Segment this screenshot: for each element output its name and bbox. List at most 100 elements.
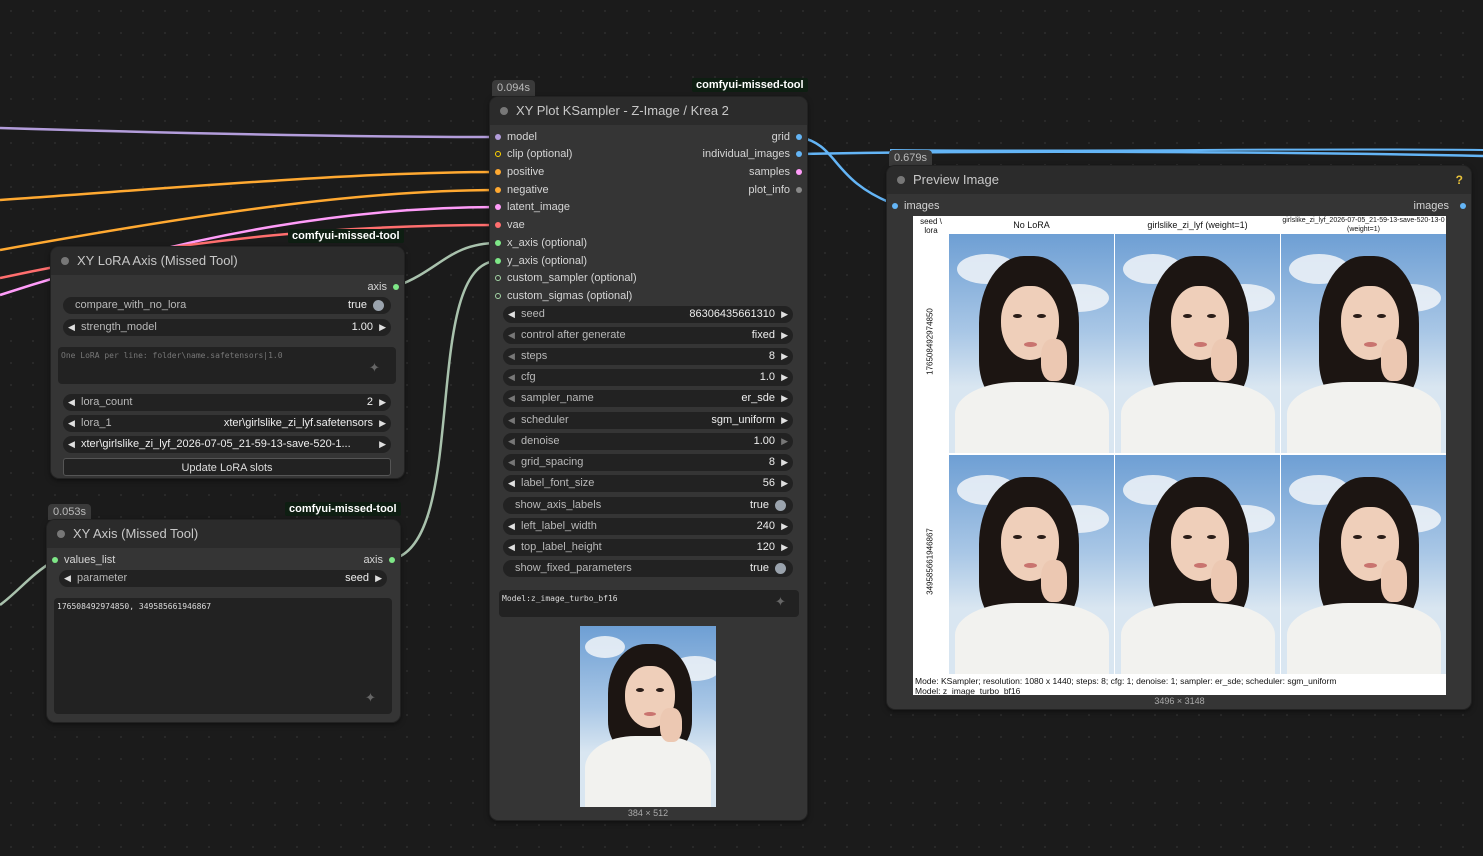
collapse-dot-icon[interactable] — [61, 257, 69, 265]
compare-with-no-lora-toggle[interactable]: compare_with_no_lora true — [63, 297, 391, 314]
decrement-arrow-icon[interactable]: ◀ — [68, 319, 75, 336]
decrement-arrow-icon[interactable]: ◀ — [508, 369, 515, 386]
show-axis-labels-toggle[interactable]: show_axis_labels true — [503, 497, 793, 514]
next-arrow-icon[interactable]: ▶ — [781, 390, 788, 407]
input-images-pin[interactable] — [892, 203, 898, 209]
collapse-dot-icon[interactable] — [57, 530, 65, 538]
lora-node-source-badge: comfyui-missed-tool — [288, 229, 404, 243]
grid-spacing-widget[interactable]: ◀ grid_spacing 8 ▶ — [503, 454, 793, 471]
control-after-generate-combo[interactable]: ◀ control after generate fixed ▶ — [503, 327, 793, 344]
prev-arrow-icon[interactable]: ◀ — [508, 390, 515, 407]
prev-arrow-icon[interactable]: ◀ — [508, 412, 515, 429]
input-clip-pin[interactable] — [495, 151, 501, 157]
prev-arrow-icon[interactable]: ◀ — [508, 327, 515, 344]
node-title[interactable]: XY Axis (Missed Tool) — [47, 520, 400, 548]
input-x-axis-pin[interactable] — [495, 240, 501, 246]
denoise-widget[interactable]: ◀ denoise 1.00 ▶ — [503, 433, 793, 450]
footer-line-2: Model: z_image_turbo_bf16 — [915, 686, 1021, 695]
parameter-combo[interactable]: ◀ parameter seed ▶ — [59, 570, 387, 587]
show-fixed-parameters-toggle[interactable]: show_fixed_parameters true — [503, 560, 793, 577]
decrement-arrow-icon[interactable]: ◀ — [68, 394, 75, 411]
next-arrow-icon[interactable]: ▶ — [781, 327, 788, 344]
input-model-pin[interactable] — [495, 134, 501, 140]
increment-arrow-icon[interactable]: ▶ — [781, 369, 788, 386]
input-positive-pin[interactable] — [495, 169, 501, 175]
decrement-arrow-icon[interactable]: ◀ — [508, 475, 515, 492]
increment-arrow-icon[interactable]: ▶ — [781, 348, 788, 365]
sparkle-icon[interactable]: ✦ — [775, 594, 786, 610]
output-grid-label: grid — [771, 131, 790, 143]
preview-image-node[interactable]: Preview Image ? images images seed \ lor… — [887, 166, 1471, 709]
xy-axis-node[interactable]: XY Axis (Missed Tool) values_list axis ◀… — [47, 520, 400, 722]
node-title[interactable]: Preview Image — [887, 166, 1471, 194]
collapse-dot-icon[interactable] — [500, 107, 508, 115]
sparkle-icon[interactable]: ✦ — [365, 690, 376, 706]
decrement-arrow-icon[interactable]: ◀ — [508, 454, 515, 471]
footer-line-1: Mode: KSampler; resolution: 1080 x 1440;… — [915, 676, 1337, 686]
prev-arrow-icon[interactable]: ◀ — [68, 436, 75, 453]
steps-widget[interactable]: ◀ steps 8 ▶ — [503, 348, 793, 365]
preview-thumbnail[interactable] — [580, 626, 716, 807]
output-samples-pin[interactable] — [796, 169, 802, 175]
collapse-dot-icon[interactable] — [897, 176, 905, 184]
node-title[interactable]: XY LoRA Axis (Missed Tool) — [51, 247, 404, 275]
increment-arrow-icon[interactable]: ▶ — [781, 454, 788, 471]
input-vae-pin[interactable] — [495, 222, 501, 228]
cfg-widget[interactable]: ◀ cfg 1.0 ▶ — [503, 369, 793, 386]
input-custom-sampler-pin[interactable] — [495, 275, 501, 281]
update-lora-slots-button[interactable]: Update LoRA slots — [63, 458, 391, 476]
next-arrow-icon[interactable]: ▶ — [379, 436, 386, 453]
increment-arrow-icon[interactable]: ▶ — [781, 433, 788, 450]
plot-info-text[interactable]: Model:z_image_turbo_bf16 — [499, 590, 799, 617]
input-y-axis-pin[interactable] — [495, 258, 501, 264]
input-custom-sigmas-pin[interactable] — [495, 293, 501, 299]
lora-list-textarea[interactable]: One LoRA per line: folder\name.safetenso… — [58, 347, 396, 384]
decrement-arrow-icon[interactable]: ◀ — [508, 348, 515, 365]
input-negative-pin[interactable] — [495, 187, 501, 193]
strength-model-widget[interactable]: ◀ strength_model 1.00 ▶ — [63, 319, 391, 336]
increment-arrow-icon[interactable]: ▶ — [781, 475, 788, 492]
lora-count-widget[interactable]: ◀ lora_count 2 ▶ — [63, 394, 391, 411]
input-values-list-pin[interactable] — [52, 557, 58, 563]
output-images-pin[interactable] — [1460, 203, 1466, 209]
output-axis-pin[interactable] — [389, 557, 395, 563]
next-arrow-icon[interactable]: ▶ — [375, 570, 382, 587]
increment-arrow-icon[interactable]: ▶ — [781, 539, 788, 556]
xy-grid-image[interactable]: seed \ lora No LoRA girlslike_zi_lyf (we… — [913, 216, 1446, 695]
input-latent-pin[interactable] — [495, 204, 501, 210]
prev-arrow-icon[interactable]: ◀ — [64, 570, 71, 587]
seed-widget[interactable]: ◀ seed 86306435661310 ▶ — [503, 306, 793, 323]
increment-arrow-icon[interactable]: ▶ — [781, 306, 788, 323]
hoodie-shape — [1287, 382, 1441, 453]
decrement-arrow-icon[interactable]: ◀ — [508, 306, 515, 323]
top-label-height-widget[interactable]: ◀ top_label_height 120 ▶ — [503, 539, 793, 556]
increment-arrow-icon[interactable]: ▶ — [781, 518, 788, 535]
output-plot-info-pin[interactable] — [796, 187, 802, 193]
label-font-size-widget[interactable]: ◀ label_font_size 56 ▶ — [503, 475, 793, 492]
grid-cell-image — [1115, 455, 1280, 674]
left-label-width-widget[interactable]: ◀ left_label_width 240 ▶ — [503, 518, 793, 535]
eye-shape — [636, 688, 644, 692]
values-textarea[interactable]: 176508492974850, 349585661946867 — [54, 598, 392, 714]
scheduler-combo[interactable]: ◀ scheduler sgm_uniform ▶ — [503, 412, 793, 429]
sparkle-icon[interactable]: ✦ — [369, 360, 380, 376]
output-individual-images-pin[interactable] — [796, 151, 802, 157]
xy-plot-ksampler-node[interactable]: XY Plot KSampler - Z-Image / Krea 2 mode… — [490, 97, 807, 820]
decrement-arrow-icon[interactable]: ◀ — [508, 518, 515, 535]
decrement-arrow-icon[interactable]: ◀ — [508, 539, 515, 556]
lora-1-combo[interactable]: ◀ lora_1 xter\girlslike_zi_lyf.safetenso… — [63, 415, 391, 432]
lora-2-combo[interactable]: ◀ xter\girlslike_zi_lyf_2026-07-05_21-59… — [63, 436, 391, 453]
sampler-name-combo[interactable]: ◀ sampler_name er_sde ▶ — [503, 390, 793, 407]
next-arrow-icon[interactable]: ▶ — [781, 412, 788, 429]
help-icon[interactable]: ? — [1456, 173, 1463, 187]
increment-arrow-icon[interactable]: ▶ — [379, 394, 386, 411]
next-arrow-icon[interactable]: ▶ — [379, 415, 386, 432]
decrement-arrow-icon[interactable]: ◀ — [508, 433, 515, 450]
output-axis-pin[interactable] — [393, 284, 399, 290]
top-wire — [889, 148, 1483, 152]
increment-arrow-icon[interactable]: ▶ — [379, 319, 386, 336]
output-grid-pin[interactable] — [796, 134, 802, 140]
xy-lora-axis-node[interactable]: XY LoRA Axis (Missed Tool) axis compare_… — [51, 247, 404, 478]
prev-arrow-icon[interactable]: ◀ — [68, 415, 75, 432]
node-title[interactable]: XY Plot KSampler - Z-Image / Krea 2 — [490, 97, 807, 125]
